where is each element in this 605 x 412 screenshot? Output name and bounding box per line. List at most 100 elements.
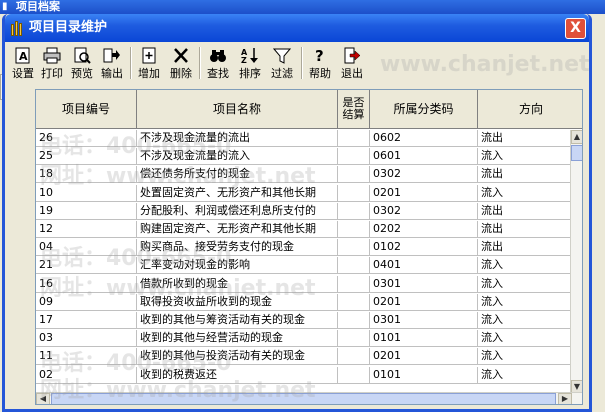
column-header-name[interactable]: 项目名称 bbox=[137, 90, 338, 129]
cell-name[interactable]: 汇率变动对现金的影响 bbox=[137, 257, 338, 275]
filter-button[interactable]: 过滤 bbox=[267, 45, 297, 81]
cell-code[interactable]: 25 bbox=[36, 148, 137, 166]
cell-code[interactable]: 17 bbox=[36, 312, 137, 329]
cell-settle[interactable] bbox=[338, 239, 370, 257]
cell-direction[interactable]: 流出 bbox=[478, 166, 572, 184]
cell-name[interactable]: 购建固定资产、无形资产和其他长期 bbox=[137, 221, 338, 238]
table-row[interactable]: 12 购建固定资产、无形资产和其他长期 0202 流出 bbox=[36, 221, 572, 238]
column-header-category[interactable]: 所属分类码 bbox=[370, 90, 478, 129]
cell-name[interactable]: 借款所收到的现金 bbox=[137, 275, 338, 293]
cell-code[interactable]: 12 bbox=[36, 221, 137, 238]
table-row[interactable]: 10 处置固定资产、无形资产和其他长期 0201 流入 bbox=[36, 184, 572, 202]
cell-code[interactable]: 10 bbox=[36, 184, 137, 202]
preview-button[interactable]: 预览 bbox=[68, 45, 96, 81]
cell-name[interactable]: 购买商品、接受劳务支付的现金 bbox=[137, 239, 338, 257]
cell-direction[interactable]: 流入 bbox=[478, 148, 572, 166]
cell-code[interactable]: 03 bbox=[36, 330, 137, 348]
scroll-left-arrow-icon[interactable]: ◀ bbox=[36, 393, 50, 404]
horizontal-scroll-thumb[interactable] bbox=[51, 393, 556, 404]
cell-settle[interactable] bbox=[338, 148, 370, 166]
cell-settle[interactable] bbox=[338, 348, 370, 366]
cell-direction[interactable]: 流入 bbox=[478, 184, 572, 202]
cell-name[interactable]: 收到的其他与投资活动有关的现金 bbox=[137, 348, 338, 366]
cell-name[interactable]: 收到的其他与筹资活动有关的现金 bbox=[137, 312, 338, 329]
help-button[interactable]: ? 帮助 bbox=[305, 45, 335, 81]
column-header-code[interactable]: 项目编号 bbox=[36, 90, 137, 129]
cell-direction[interactable]: 流入 bbox=[478, 275, 572, 293]
vertical-scrollbar[interactable]: ▲ ▼ bbox=[570, 130, 582, 394]
print-button[interactable]: 打印 bbox=[38, 45, 66, 81]
cell-settle[interactable] bbox=[338, 312, 370, 329]
cell-category[interactable]: 0202 bbox=[370, 221, 478, 238]
cell-category[interactable]: 0301 bbox=[370, 275, 478, 293]
cell-category[interactable]: 0401 bbox=[370, 257, 478, 275]
cell-name[interactable]: 偿还债务所支付的现金 bbox=[137, 166, 338, 184]
cell-direction[interactable]: 流出 bbox=[478, 239, 572, 257]
project-grid[interactable]: 项目编号 项目名称 是否结算 所属分类码 方向 26 不涉及现金流量的流出 0602… bbox=[35, 89, 583, 405]
cell-direction[interactable]: 流入 bbox=[478, 257, 572, 275]
table-row[interactable]: 04 购买商品、接受劳务支付的现金 0102 流出 bbox=[36, 239, 572, 257]
cell-direction[interactable]: 流出 bbox=[478, 202, 572, 220]
cell-name[interactable]: 处置固定资产、无形资产和其他长期 bbox=[137, 184, 338, 202]
cell-settle[interactable] bbox=[338, 166, 370, 184]
cell-settle[interactable] bbox=[338, 257, 370, 275]
cell-category[interactable]: 0302 bbox=[370, 166, 478, 184]
cell-category[interactable]: 0201 bbox=[370, 348, 478, 366]
cell-category[interactable]: 0201 bbox=[370, 293, 478, 311]
delete-button[interactable]: 删除 bbox=[166, 45, 196, 81]
cell-name[interactable]: 收到的税费返还 bbox=[137, 366, 338, 384]
table-row[interactable]: 02 收到的税费返还 0101 流入 bbox=[36, 366, 572, 384]
add-button[interactable]: 增加 bbox=[134, 45, 164, 81]
exit-button[interactable]: 退出 bbox=[337, 45, 367, 81]
close-button[interactable]: X bbox=[565, 18, 586, 39]
cell-settle[interactable] bbox=[338, 202, 370, 220]
cell-category[interactable]: 0602 bbox=[370, 130, 478, 147]
cell-category[interactable]: 0201 bbox=[370, 184, 478, 202]
horizontal-scrollbar[interactable]: ◀ ▶ bbox=[36, 392, 582, 404]
cell-direction[interactable]: 流入 bbox=[478, 348, 572, 366]
cell-direction[interactable]: 流入 bbox=[478, 312, 572, 329]
table-row[interactable]: 21 汇率变动对现金的影响 0401 流入 bbox=[36, 257, 572, 275]
cell-direction[interactable]: 流入 bbox=[478, 293, 572, 311]
cell-settle[interactable] bbox=[338, 330, 370, 348]
cell-category[interactable]: 0601 bbox=[370, 148, 478, 166]
cell-direction[interactable]: 流入 bbox=[478, 330, 572, 348]
cell-code[interactable]: 26 bbox=[36, 130, 137, 147]
cell-code[interactable]: 19 bbox=[36, 202, 137, 220]
cell-name[interactable]: 收到的其他与经营活动的现金 bbox=[137, 330, 338, 348]
table-row[interactable]: 11 收到的其他与投资活动有关的现金 0201 流入 bbox=[36, 348, 572, 366]
table-row[interactable]: 19 分配股利、利润或偿还利息所支付的 0302 流出 bbox=[36, 202, 572, 220]
cell-settle[interactable] bbox=[338, 130, 370, 147]
cell-name[interactable]: 不涉及现金流量的流出 bbox=[137, 130, 338, 147]
cell-category[interactable]: 0101 bbox=[370, 330, 478, 348]
cell-code[interactable]: 16 bbox=[36, 275, 137, 293]
table-row[interactable]: 25 不涉及现金流量的流入 0601 流入 bbox=[36, 148, 572, 166]
cell-direction[interactable]: 流出 bbox=[478, 221, 572, 238]
cell-settle[interactable] bbox=[338, 293, 370, 311]
cell-code[interactable]: 11 bbox=[36, 348, 137, 366]
cell-settle[interactable] bbox=[338, 366, 370, 384]
table-row[interactable]: 03 收到的其他与经营活动的现金 0101 流入 bbox=[36, 330, 572, 348]
vertical-scroll-thumb[interactable] bbox=[571, 145, 582, 161]
table-row[interactable]: 16 借款所收到的现金 0301 流入 bbox=[36, 275, 572, 293]
cell-code[interactable]: 09 bbox=[36, 293, 137, 311]
table-row[interactable]: 26 不涉及现金流量的流出 0602 流出 bbox=[36, 130, 572, 147]
cell-name[interactable]: 分配股利、利润或偿还利息所支付的 bbox=[137, 202, 338, 220]
table-row[interactable]: 17 收到的其他与筹资活动有关的现金 0301 流入 bbox=[36, 312, 572, 329]
column-header-settle[interactable]: 是否结算 bbox=[338, 90, 370, 129]
cell-category[interactable]: 0302 bbox=[370, 202, 478, 220]
scroll-up-arrow-icon[interactable]: ▲ bbox=[571, 130, 582, 144]
cell-direction[interactable]: 流入 bbox=[478, 366, 572, 384]
cell-category[interactable]: 0102 bbox=[370, 239, 478, 257]
find-button[interactable]: 查找 bbox=[203, 45, 233, 81]
cell-settle[interactable] bbox=[338, 221, 370, 238]
dialog-titlebar[interactable]: 项目目录维护 X bbox=[5, 14, 589, 42]
table-row[interactable]: 09 取得投资收益所收到的现金 0201 流入 bbox=[36, 293, 572, 311]
cell-settle[interactable] bbox=[338, 275, 370, 293]
export-button[interactable]: 输出 bbox=[98, 45, 126, 81]
cell-code[interactable]: 21 bbox=[36, 257, 137, 275]
cell-category[interactable]: 0301 bbox=[370, 312, 478, 329]
settings-button[interactable]: A 设置 bbox=[10, 45, 36, 81]
cell-category[interactable]: 0101 bbox=[370, 366, 478, 384]
cell-direction[interactable]: 流出 bbox=[478, 130, 572, 147]
